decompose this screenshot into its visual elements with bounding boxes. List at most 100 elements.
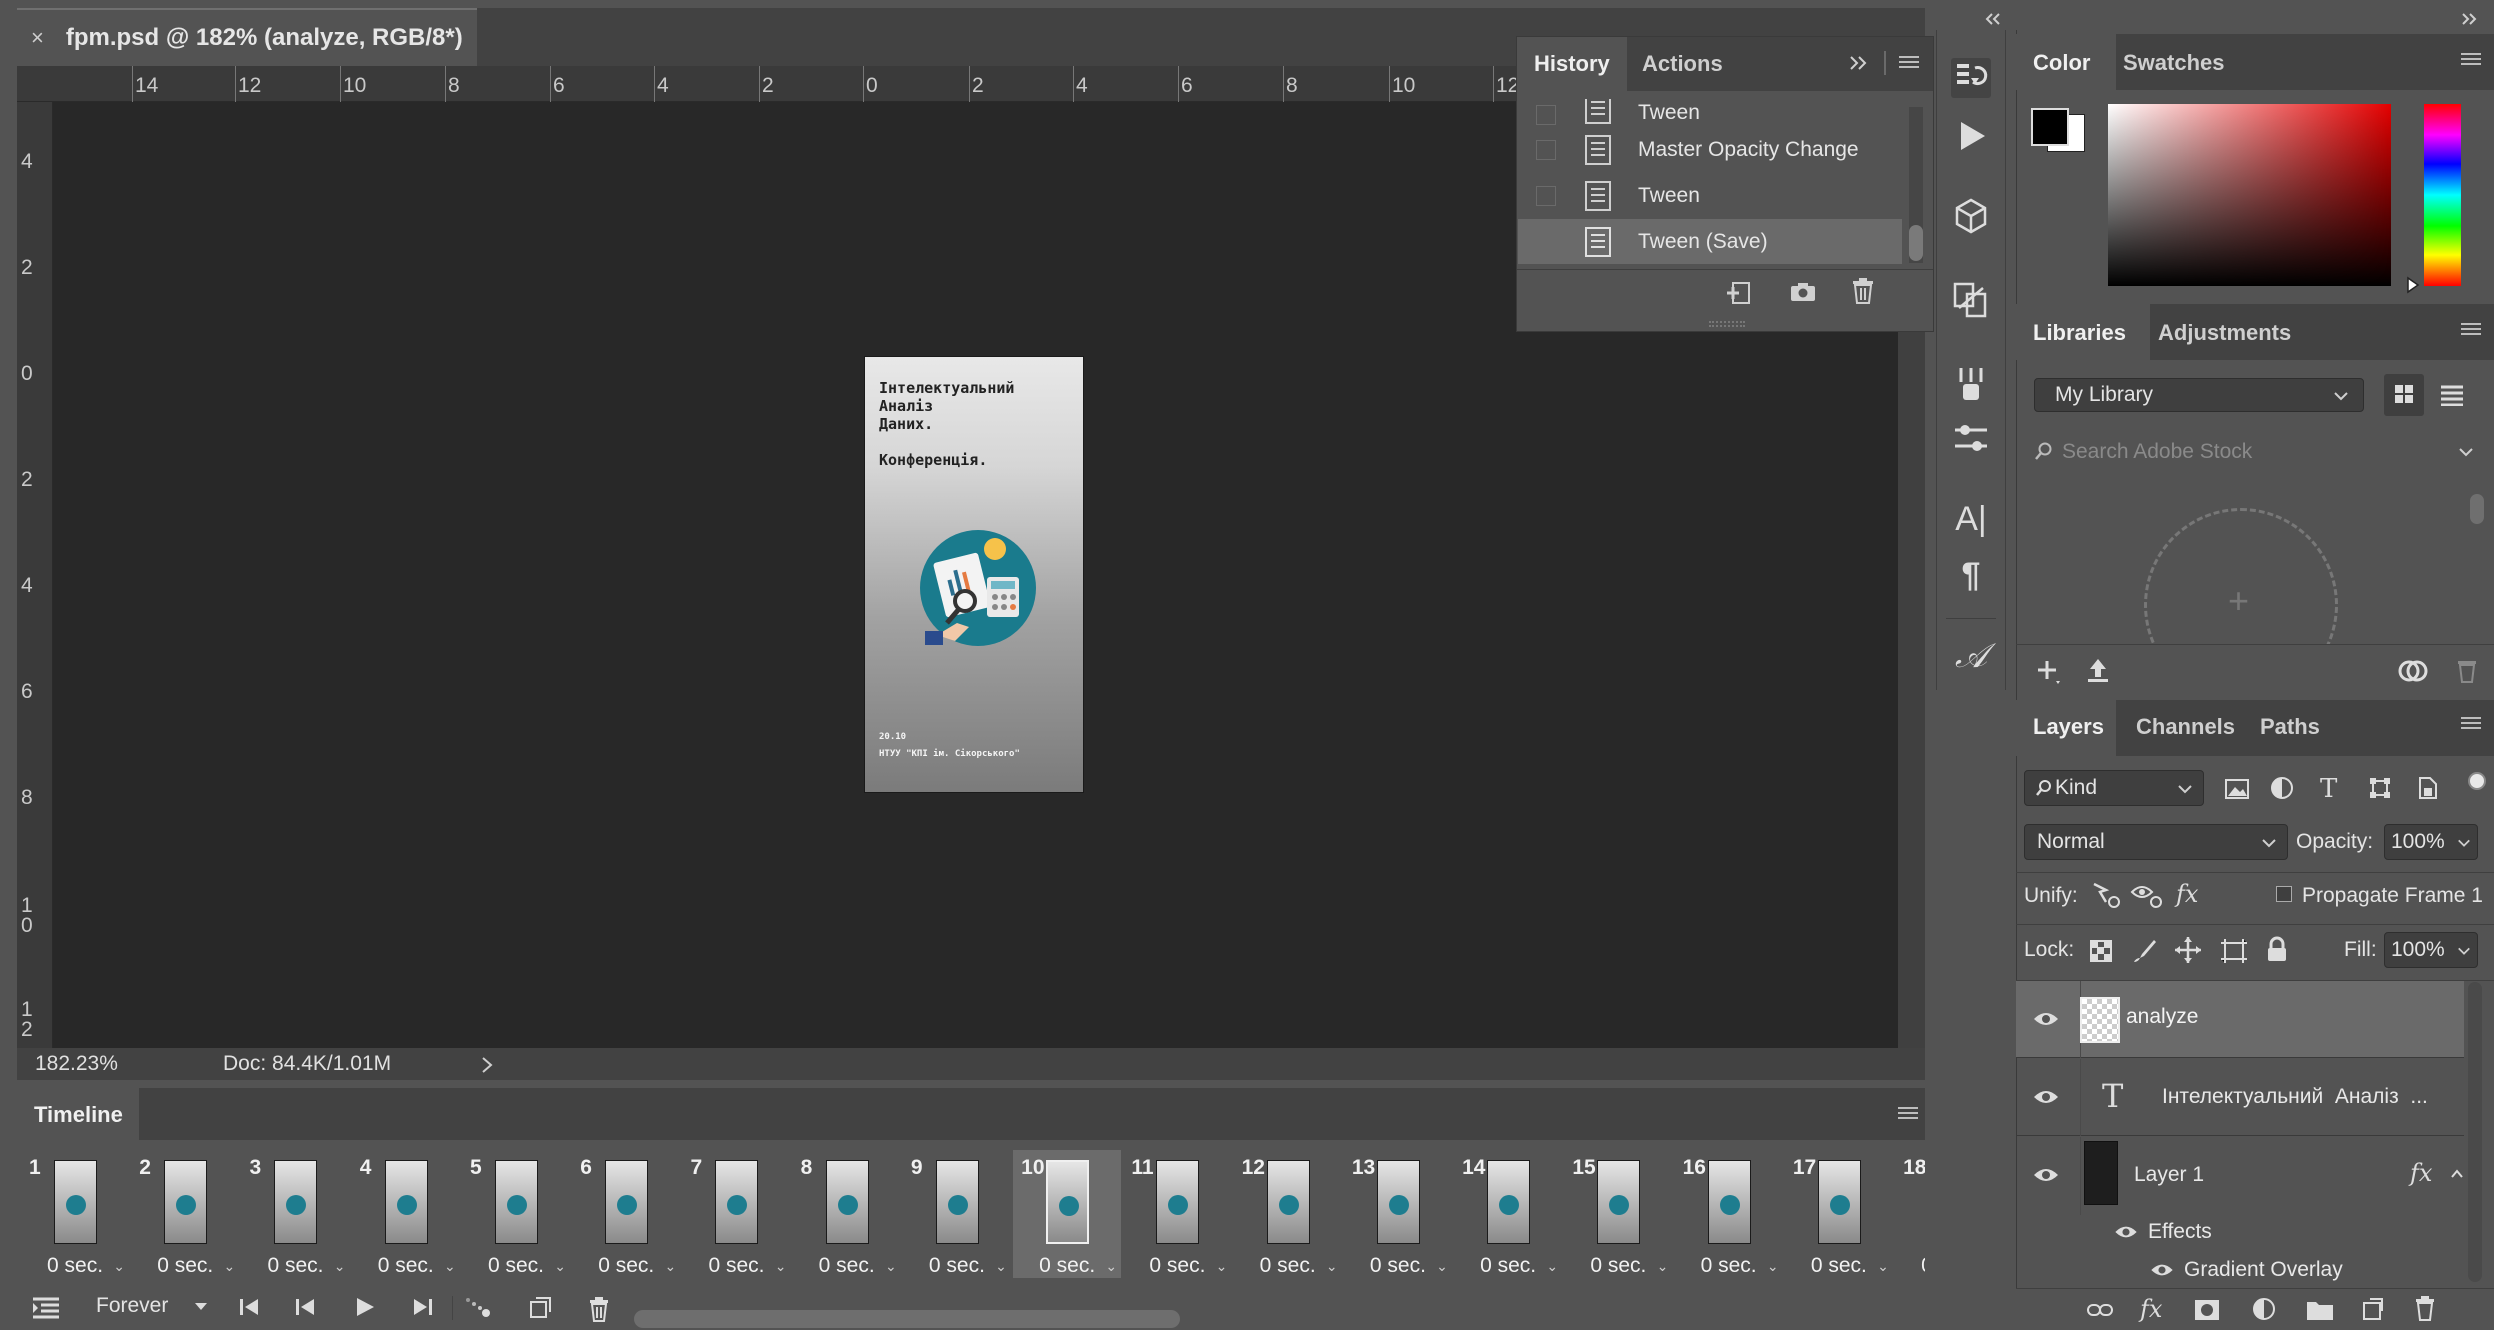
unify-style-icon[interactable]: fx	[2176, 880, 2198, 908]
tween-icon[interactable]	[464, 1296, 492, 1318]
lock-transparency-icon[interactable]	[2090, 940, 2112, 962]
timeline-frame-9[interactable]: 9 0 sec. ⌄	[903, 1150, 1011, 1278]
frame-delay-chevron-icon[interactable]: ⌄	[113, 1258, 125, 1275]
link-layers-icon[interactable]	[2086, 1301, 2114, 1319]
new-group-folder-icon[interactable]	[2306, 1299, 2334, 1321]
layer-name[interactable]: Layer 1	[2134, 1163, 2204, 1187]
hue-slider-thumb[interactable]	[2406, 276, 2420, 294]
frame-delay-chevron-icon[interactable]: ⌄	[1877, 1258, 1889, 1275]
frame-delay-chevron-icon[interactable]: ⌄	[1767, 1258, 1779, 1275]
frame-delay-chevron-icon[interactable]: ⌄	[224, 1258, 236, 1275]
filter-smart-object-icon[interactable]	[2416, 776, 2438, 800]
layer-row-selected[interactable]: analyze	[2016, 981, 2464, 1058]
lock-all-icon[interactable]	[2266, 936, 2288, 962]
frame-delay[interactable]: 0 sec.	[1701, 1254, 1757, 1278]
play-icon[interactable]	[354, 1296, 376, 1318]
library-select[interactable]: My Library	[2034, 378, 2364, 412]
history-scrollbar[interactable]	[1909, 107, 1923, 263]
timeline-frame-3[interactable]: 3 0 sec. ⌄	[241, 1150, 349, 1278]
history-brush-checkbox[interactable]	[1536, 231, 1556, 252]
frame-delay-chevron-icon[interactable]: ⌄	[1436, 1258, 1448, 1275]
layer-filter-kind-select[interactable]: Kind	[2024, 770, 2204, 806]
history-item[interactable]: Tween	[1518, 173, 1902, 218]
visibility-eye-icon[interactable]	[2033, 1166, 2059, 1184]
lock-artboard-icon[interactable]	[2220, 938, 2248, 964]
plus-icon[interactable]: +	[2228, 580, 2249, 622]
frame-delay-chevron-icon[interactable]: ⌄	[1657, 1258, 1669, 1275]
frame-delay[interactable]: 0 sec.	[378, 1254, 434, 1278]
foreground-color-swatch[interactable]	[2031, 108, 2069, 146]
layer-row[interactable]: Layer 1 fx	[2016, 1137, 2464, 1215]
timeline-frame-6[interactable]: 6 0 sec. ⌄	[572, 1150, 680, 1278]
chevron-up-icon[interactable]	[2450, 1169, 2464, 1179]
character-panel-icon[interactable]: A|	[1951, 500, 1991, 540]
frame-thumbnail[interactable]	[54, 1160, 97, 1244]
frame-thumbnail[interactable]	[1376, 1160, 1420, 1244]
effects-label[interactable]: Effects	[2148, 1220, 2212, 1244]
brush-panel-icon[interactable]	[1951, 364, 1991, 404]
layer-thumbnail[interactable]	[2084, 1141, 2118, 1205]
timeline-frame-18[interactable]: 18 0	[1895, 1150, 1925, 1278]
frame-delay-chevron-icon[interactable]: ⌄	[554, 1258, 566, 1275]
hue-slider[interactable]	[2424, 104, 2461, 286]
creative-cloud-icon[interactable]	[2396, 657, 2430, 685]
frame-delay-chevron-icon[interactable]: ⌄	[1216, 1258, 1228, 1275]
gradient-overlay-label[interactable]: Gradient Overlay	[2184, 1258, 2343, 1282]
layer-row[interactable]: T Інтелектуальний Аналіз ...	[2016, 1059, 2464, 1136]
frame-delay-chevron-icon[interactable]: ⌄	[1546, 1258, 1558, 1275]
frame-thumbnail[interactable]	[715, 1160, 759, 1244]
frame-thumbnail[interactable]	[1266, 1160, 1310, 1244]
frame-delay-chevron-icon[interactable]: ⌄	[995, 1258, 1007, 1275]
gradient-overlay-visibility-eye-icon[interactable]	[2150, 1262, 2174, 1278]
duplicate-frame-icon[interactable]	[528, 1296, 552, 1320]
timeline-menu-icon[interactable]	[1898, 1104, 1918, 1122]
history-brush-checkbox[interactable]	[1536, 105, 1556, 125]
tab-color[interactable]: Color	[2033, 50, 2090, 76]
effects-visibility-eye-icon[interactable]	[2114, 1224, 2138, 1240]
opacity-field[interactable]: 100%	[2384, 824, 2478, 860]
expand-panels-icon[interactable]	[1984, 12, 2002, 26]
color-spectrum-field[interactable]	[2108, 104, 2391, 286]
frame-thumbnail[interactable]	[935, 1160, 979, 1244]
layers-panel-menu-icon[interactable]	[2461, 714, 2481, 732]
play-actions-icon[interactable]	[1951, 116, 1991, 156]
frame-delay[interactable]: 0 sec.	[929, 1254, 985, 1278]
tab-layers[interactable]: Layers	[2033, 714, 2104, 740]
propagate-checkbox[interactable]	[2276, 886, 2292, 902]
blend-mode-select[interactable]: Normal	[2024, 824, 2288, 860]
frame-delay-chevron-icon[interactable]: ⌄	[444, 1258, 456, 1275]
tab-libraries[interactable]: Libraries	[2033, 320, 2126, 346]
tab-actions[interactable]: Actions	[1642, 51, 1723, 77]
frame-delay[interactable]: 0 sec.	[157, 1254, 213, 1278]
frame-thumbnail[interactable]	[1597, 1160, 1641, 1244]
frame-delay-chevron-icon[interactable]: ⌄	[334, 1258, 346, 1275]
timeline-frame-7[interactable]: 7 0 sec. ⌄	[682, 1150, 790, 1278]
frame-delay[interactable]: 0 sec.	[488, 1254, 544, 1278]
chevron-down-icon[interactable]	[2458, 446, 2474, 458]
lock-position-icon[interactable]	[2174, 936, 2202, 964]
upload-icon[interactable]	[2086, 657, 2110, 683]
timeline-frame-15[interactable]: 15 0 sec. ⌄	[1564, 1150, 1672, 1278]
color-panel-menu-icon[interactable]	[2461, 50, 2481, 68]
loop-options-select[interactable]: Forever	[80, 1290, 214, 1324]
filter-pixel-layer-icon[interactable]	[2224, 778, 2250, 800]
paragraph-panel-icon[interactable]: ¶	[1951, 556, 1991, 596]
frame-delay[interactable]: 0 sec.	[1260, 1254, 1316, 1278]
history-panel-icon[interactable]	[1951, 58, 1991, 98]
tab-swatches[interactable]: Swatches	[2123, 50, 2225, 76]
frame-delay[interactable]: 0 sec.	[1590, 1254, 1646, 1278]
library-scrollbar[interactable]	[2470, 494, 2484, 524]
frame-delay[interactable]: 0 sec.	[1480, 1254, 1536, 1278]
expand-dock-icon[interactable]	[2460, 12, 2478, 26]
tab-timeline[interactable]: Timeline	[34, 1102, 123, 1128]
frame-delay[interactable]: 0 sec.	[1811, 1254, 1867, 1278]
frame-delay-chevron-icon[interactable]: ⌄	[1326, 1258, 1338, 1275]
frame-thumbnail[interactable]	[274, 1160, 318, 1244]
add-mask-icon[interactable]	[2194, 1299, 2220, 1321]
collapse-panel-icon[interactable]	[1849, 55, 1869, 71]
timeline-frame-13[interactable]: 13 0 sec. ⌄	[1344, 1150, 1452, 1278]
history-item[interactable]: Tween	[1518, 99, 1902, 125]
frame-delay[interactable]: 0 sec.	[1370, 1254, 1426, 1278]
grid-view-button[interactable]	[2384, 374, 2424, 416]
libraries-panel-menu-icon[interactable]	[2461, 320, 2481, 338]
